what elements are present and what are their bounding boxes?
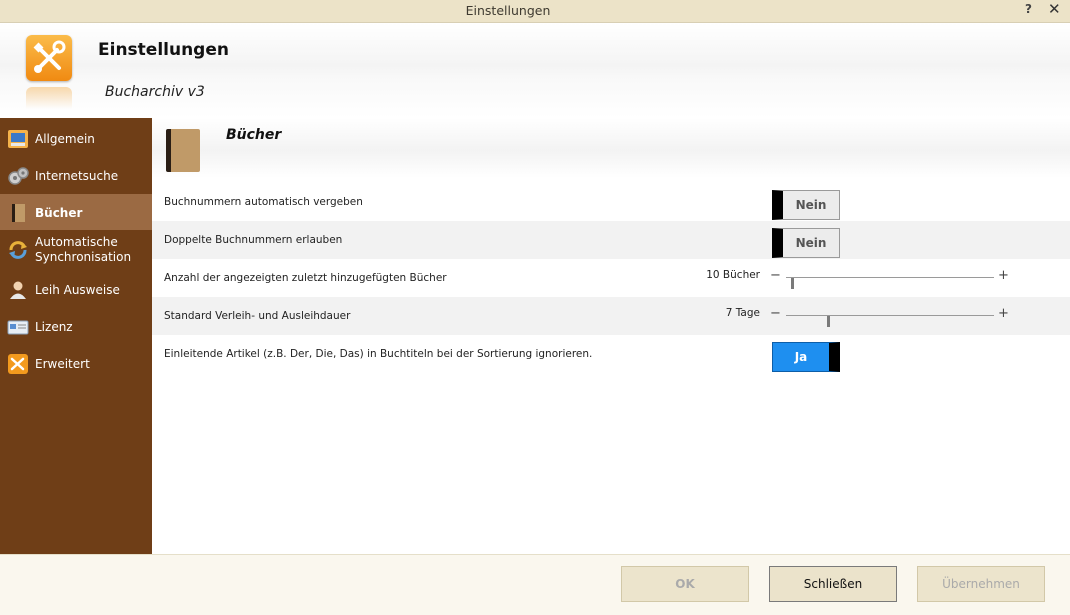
- sidebar-item-allgemein[interactable]: Allgemein: [0, 120, 152, 156]
- license-icon: [7, 317, 29, 337]
- sidebar-item-label: Bücher: [35, 206, 83, 220]
- setting-label: Einleitende Artikel (z.B. Der, Die, Das)…: [164, 348, 593, 360]
- slider-track[interactable]: [786, 315, 994, 327]
- toggle-label: Ja: [794, 350, 808, 364]
- sidebar-item-label: Erweitert: [35, 357, 90, 371]
- sidebar-item-lizenz[interactable]: Lizenz: [0, 308, 152, 344]
- slider-thumb[interactable]: [791, 278, 795, 289]
- ok-button[interactable]: OK: [621, 566, 749, 602]
- settings-content: Bücher Buchnummern automatisch vergeben …: [152, 118, 1070, 554]
- slider-value: 7 Tage: [725, 307, 760, 319]
- sidebar-item-label: Automatische Synchronisation: [35, 235, 132, 264]
- tools-icon: [7, 354, 29, 374]
- sidebar-item-synchronisation[interactable]: Automatische Synchronisation: [0, 231, 152, 271]
- toggle-label: Nein: [795, 198, 827, 212]
- setting-label: Standard Verleih- und Ausleihdauer: [164, 310, 351, 322]
- user-icon: [7, 280, 29, 300]
- close-window-button[interactable]: ✕: [1048, 0, 1061, 18]
- setting-label: Buchnummern automatisch vergeben: [164, 196, 363, 208]
- dialog-header: Einstellungen Bucharchiv v3: [0, 23, 1070, 118]
- sync-icon: [7, 240, 29, 260]
- header-subtitle: Bucharchiv v3: [105, 84, 205, 100]
- sidebar-item-internetsuche[interactable]: Internetsuche: [0, 157, 152, 193]
- slider-track[interactable]: [786, 277, 994, 289]
- setting-row-recent-books-count: Anzahl der angezeigten zuletzt hinzugefü…: [152, 259, 1070, 297]
- slider-decrease-button[interactable]: −: [770, 268, 781, 283]
- dialog-footer: OK Schließen Übernehmen: [0, 554, 1070, 615]
- recent-books-slider[interactable]: − +: [770, 268, 1010, 289]
- slider-value: 10 Bücher: [706, 269, 760, 281]
- sidebar-item-label: Lizenz: [35, 320, 73, 334]
- setting-row-ignore-articles: Einleitende Artikel (z.B. Der, Die, Das)…: [152, 335, 1070, 373]
- app-icon-reflection: [26, 87, 72, 109]
- title-bar: Einstellungen ? ✕: [0, 0, 1070, 23]
- setting-label: Doppelte Buchnummern erlauben: [164, 234, 343, 246]
- setting-row-loan-duration: Standard Verleih- und Ausleihdauer 7 Tag…: [152, 297, 1070, 335]
- slider-increase-button[interactable]: +: [998, 268, 1009, 283]
- help-button[interactable]: ?: [1025, 2, 1032, 16]
- ignore-articles-toggle[interactable]: Ja: [772, 342, 840, 372]
- section-title: Bücher: [226, 127, 282, 143]
- setting-row-duplicate-numbers: Doppelte Buchnummern erlauben Nein: [152, 221, 1070, 259]
- sidebar-item-erweitert[interactable]: Erweitert: [0, 345, 152, 381]
- section-header: Bücher: [152, 118, 1070, 178]
- sidebar: Allgemein Internetsuche Bücher Automatis…: [0, 118, 152, 554]
- slider-thumb[interactable]: [826, 316, 830, 327]
- auto-numbering-toggle[interactable]: Nein: [772, 190, 840, 220]
- setting-row-auto-numbering: Buchnummern automatisch vergeben Nein: [152, 183, 1070, 221]
- toggle-label: Nein: [795, 236, 827, 250]
- general-settings-icon: [7, 129, 29, 149]
- header-title: Einstellungen: [98, 40, 229, 60]
- slider-decrease-button[interactable]: −: [770, 306, 781, 321]
- sidebar-item-label: Allgemein: [35, 132, 95, 146]
- sidebar-item-label: Leih Ausweise: [35, 283, 120, 297]
- apply-button[interactable]: Übernehmen: [917, 566, 1045, 602]
- duplicate-numbers-toggle[interactable]: Nein: [772, 228, 840, 258]
- internet-search-icon: [7, 166, 29, 186]
- window-title: Einstellungen: [465, 3, 551, 18]
- loan-duration-slider[interactable]: − +: [770, 306, 1010, 327]
- slider-increase-button[interactable]: +: [998, 306, 1009, 321]
- sidebar-item-buecher[interactable]: Bücher: [0, 194, 152, 230]
- sidebar-item-label: Internetsuche: [35, 169, 119, 183]
- tools-icon: [26, 35, 72, 81]
- book-icon: [166, 129, 200, 172]
- setting-label: Anzahl der angezeigten zuletzt hinzugefü…: [164, 272, 447, 284]
- close-button[interactable]: Schließen: [769, 566, 897, 602]
- sidebar-item-leih-ausweise[interactable]: Leih Ausweise: [0, 271, 152, 307]
- book-icon: [7, 203, 29, 223]
